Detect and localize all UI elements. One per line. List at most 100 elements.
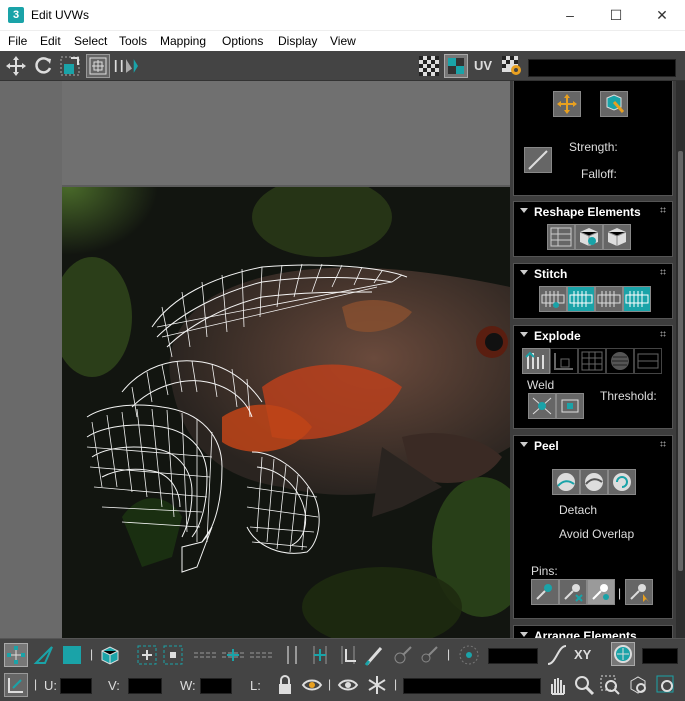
edge-select-icon[interactable] bbox=[32, 643, 56, 667]
collapse-triangle-icon[interactable] bbox=[520, 442, 528, 447]
grip-icon[interactable] bbox=[660, 207, 666, 213]
texture-checker-icon[interactable] bbox=[444, 54, 468, 78]
move-icon[interactable] bbox=[4, 54, 28, 78]
grow-selection-icon[interactable] bbox=[135, 643, 159, 667]
absolute-offset-icon[interactable] bbox=[4, 673, 28, 697]
panel-scrollbar[interactable] bbox=[676, 81, 685, 638]
soft-selection-brush-button[interactable] bbox=[524, 147, 552, 173]
quick-peel-button[interactable] bbox=[552, 469, 580, 495]
soft-selection-value-field[interactable] bbox=[488, 648, 538, 664]
zoom-selected-icon[interactable] bbox=[654, 673, 678, 697]
zoom-extents-icon[interactable] bbox=[626, 673, 650, 697]
pin-selected-button[interactable] bbox=[531, 579, 559, 605]
rotate-icon[interactable] bbox=[31, 54, 55, 78]
shrink-loop-icon[interactable] bbox=[248, 643, 274, 667]
menu-tools[interactable]: Tools bbox=[119, 34, 147, 48]
uv-wireframe[interactable] bbox=[62, 187, 510, 638]
straighten-button[interactable] bbox=[547, 224, 575, 250]
w-value-field[interactable] bbox=[200, 678, 232, 694]
close-button[interactable]: ✕ bbox=[639, 0, 685, 31]
uv-editor-viewport[interactable] bbox=[0, 81, 510, 638]
peel-title[interactable]: Peel bbox=[534, 439, 559, 453]
grip-icon[interactable] bbox=[660, 441, 666, 447]
freeform-mode-icon[interactable] bbox=[86, 54, 110, 78]
menu-options[interactable]: Options bbox=[222, 34, 263, 48]
shrink-selection-icon[interactable] bbox=[161, 643, 185, 667]
u-value-field[interactable] bbox=[60, 678, 92, 694]
panel-scroll-thumb[interactable] bbox=[678, 151, 683, 571]
weld-selected-button[interactable] bbox=[528, 393, 556, 419]
grow-loop-icon[interactable] bbox=[220, 643, 246, 667]
zoom-region-icon[interactable] bbox=[598, 673, 622, 697]
texture-background[interactable] bbox=[62, 187, 510, 638]
hide-selected-icon[interactable] bbox=[300, 673, 324, 697]
falloff-curve-icon[interactable] bbox=[545, 643, 569, 667]
xy-label[interactable]: XY bbox=[574, 647, 591, 662]
flatten-by-smoothing-button[interactable] bbox=[578, 348, 606, 374]
enlarge-brush-icon[interactable] bbox=[390, 643, 414, 667]
stitch-title[interactable]: Stitch bbox=[534, 267, 567, 281]
lock-icon[interactable] bbox=[273, 673, 297, 697]
texture-settings-icon[interactable] bbox=[500, 54, 524, 78]
show-all-icon[interactable] bbox=[336, 673, 360, 697]
stitch-to-average-button[interactable] bbox=[595, 286, 623, 312]
falloff-space-icon[interactable] bbox=[611, 642, 635, 666]
selection-name-field[interactable] bbox=[403, 678, 541, 694]
minimize-button[interactable]: – bbox=[547, 0, 593, 31]
explode-title[interactable]: Explode bbox=[534, 329, 581, 343]
falloff-value-field[interactable] bbox=[642, 648, 678, 664]
stitch-custom-button[interactable] bbox=[539, 286, 567, 312]
menu-file[interactable]: File bbox=[8, 34, 27, 48]
reshape-title[interactable]: Reshape Elements bbox=[534, 205, 641, 219]
auto-pin-button[interactable] bbox=[587, 579, 615, 605]
detach-label: Detach bbox=[559, 503, 598, 517]
soft-paint-button[interactable] bbox=[600, 91, 628, 117]
scale-icon[interactable] bbox=[58, 54, 82, 78]
menu-edit[interactable]: Edit bbox=[40, 34, 61, 48]
uv-label[interactable]: UV bbox=[474, 58, 492, 73]
soft-move-button[interactable] bbox=[553, 91, 581, 117]
menu-mapping[interactable]: Mapping bbox=[160, 34, 206, 48]
flatten-button[interactable] bbox=[603, 224, 631, 250]
collapse-triangle-icon[interactable] bbox=[520, 632, 528, 637]
pan-hand-icon[interactable] bbox=[545, 673, 569, 697]
menu-select[interactable]: Select bbox=[74, 34, 107, 48]
ring-select-icon[interactable] bbox=[280, 643, 304, 667]
weld-target-button[interactable] bbox=[556, 393, 584, 419]
grip-icon[interactable] bbox=[660, 269, 666, 275]
relax-button[interactable] bbox=[575, 224, 603, 250]
reset-peel-button[interactable] bbox=[608, 469, 636, 495]
collapse-triangle-icon[interactable] bbox=[520, 208, 528, 213]
shrink-ring-icon[interactable] bbox=[336, 643, 360, 667]
collapse-triangle-icon[interactable] bbox=[520, 332, 528, 337]
menu-view[interactable]: View bbox=[330, 34, 356, 48]
element-select-icon[interactable] bbox=[98, 643, 122, 667]
unpin-selected-button[interactable] bbox=[559, 579, 587, 605]
stitch-to-target-button[interactable] bbox=[623, 286, 651, 312]
texture-dropdown[interactable] bbox=[528, 59, 676, 77]
select-pins-button[interactable] bbox=[625, 579, 653, 605]
arrange-title[interactable]: Arrange Elements bbox=[534, 629, 637, 638]
zoom-icon[interactable] bbox=[572, 673, 596, 697]
flatten-by-material-button[interactable] bbox=[606, 348, 634, 374]
break-button[interactable] bbox=[522, 348, 550, 374]
freeze-icon[interactable] bbox=[365, 673, 389, 697]
stitch-to-source-button[interactable] bbox=[567, 286, 595, 312]
maximize-button[interactable]: ☐ bbox=[593, 0, 639, 31]
grip-icon[interactable] bbox=[660, 331, 666, 337]
grow-ring-icon[interactable] bbox=[308, 643, 332, 667]
face-select-icon[interactable] bbox=[60, 643, 84, 667]
v-value-field[interactable] bbox=[128, 678, 162, 694]
flatten-custom-button[interactable] bbox=[634, 348, 662, 374]
detach-edge-button[interactable] bbox=[550, 348, 578, 374]
loop-select-icon[interactable] bbox=[192, 643, 218, 667]
soft-selection-icon[interactable] bbox=[457, 643, 481, 667]
paint-select-icon[interactable] bbox=[362, 643, 386, 667]
vertex-select-icon[interactable] bbox=[4, 643, 28, 667]
shrink-brush-icon[interactable] bbox=[416, 643, 440, 667]
mirror-icon[interactable] bbox=[114, 54, 138, 78]
menu-display[interactable]: Display bbox=[278, 34, 317, 48]
collapse-triangle-icon[interactable] bbox=[520, 270, 528, 275]
peel-mode-button[interactable] bbox=[580, 469, 608, 495]
checker-pattern-icon[interactable] bbox=[417, 54, 441, 78]
